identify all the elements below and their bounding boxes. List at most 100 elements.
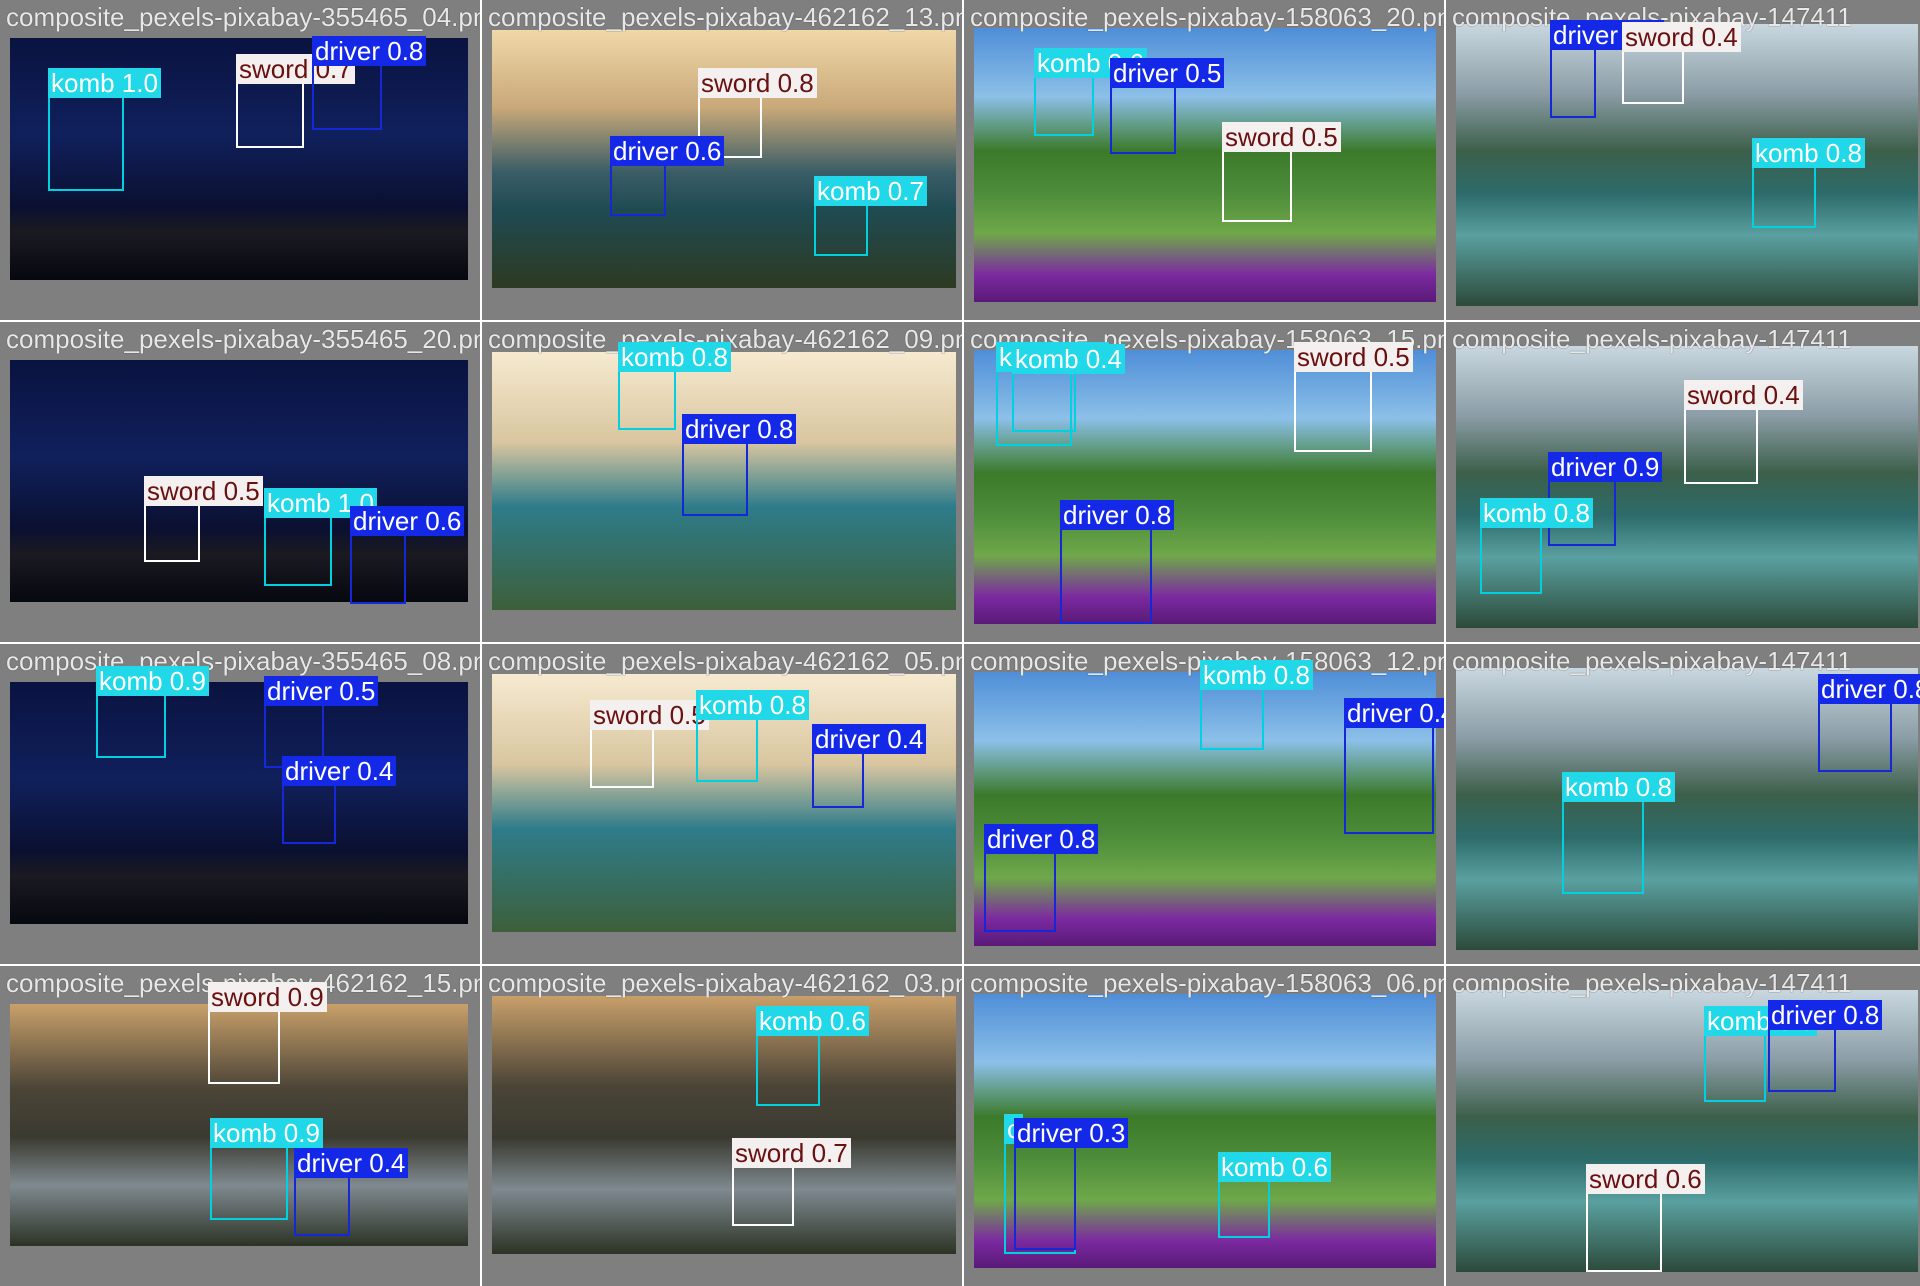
- detection-label: driver 0.8: [1060, 500, 1175, 530]
- image-tile: composite_pexels-pixabay-158063_15.png ko…: [964, 322, 1444, 642]
- detection-box-sword: sword 0.6: [1586, 1164, 1705, 1272]
- detection-label: komb 0.8: [1562, 772, 1675, 802]
- detection-label: sword 0.6: [1586, 1164, 1705, 1194]
- detection-box-komb: komb 0.9: [96, 666, 209, 758]
- detection-label: driver 0.4: [1344, 698, 1444, 728]
- detection-box-driver: driver 0.8: [312, 36, 427, 130]
- detection-box-komb: komb 1.0: [264, 488, 377, 586]
- detection-label: komb 0.8: [696, 690, 809, 720]
- detection-box-sword: sword 0.5: [144, 476, 263, 562]
- detection-label: komb 0.8: [618, 342, 731, 372]
- detection-box-driver: driver 0.6: [610, 136, 725, 216]
- detection-box-sword: sword 0.7: [732, 1138, 851, 1226]
- detection-box-sword: sword 0.5: [590, 700, 709, 788]
- image-tile: composite_pexels-pixabay-462162_03.pngko…: [482, 966, 962, 1286]
- detection-box-driver: driver 0.4: [812, 724, 927, 808]
- detection-label: driver 0.8: [1818, 674, 1920, 704]
- detection-box-driver: driver 0.8: [984, 824, 1099, 932]
- detection-label: driver 0.9: [1548, 452, 1663, 482]
- detection-label: driver 0.8: [984, 824, 1099, 854]
- detection-label: sword 0.5: [1222, 122, 1341, 152]
- detection-grid: composite_pexels-pixabay-355465_04.pngko…: [0, 0, 1920, 1286]
- detection-box-sword: sword 0.9: [208, 982, 327, 1084]
- image-tile: composite_pexels-pixabay-462162_15.pngsw…: [0, 966, 480, 1286]
- image-tile: composite_pexels-pixabay-355465_08.png ko…: [0, 644, 480, 964]
- detection-label: driver 0.8: [682, 414, 797, 444]
- detection-box-komb: komb 0.6: [756, 1006, 869, 1106]
- detection-label: komb 1.0: [48, 68, 161, 98]
- detection-box-sword: sword 0.4: [1684, 380, 1803, 484]
- detection-label: sword 0.8: [698, 68, 817, 98]
- scene-photo: [492, 996, 956, 1254]
- scene-photo: [1456, 990, 1918, 1272]
- detection-label: driver 0.4: [282, 756, 397, 786]
- detection-box-driver: driver 0.4: [294, 1148, 409, 1236]
- detection-box-driver: driver 0.5: [1110, 58, 1225, 154]
- image-filename: composite_pexels-pixabay-462162_03.png: [488, 968, 962, 998]
- detection-label: driver 0.8: [1768, 1000, 1883, 1030]
- detection-label: komb 0.4: [1012, 344, 1125, 374]
- detection-box-komb: komb 0.7: [814, 176, 927, 256]
- image-tile: composite_pexels-pixabay-462162_13.png sw…: [482, 0, 962, 320]
- detection-box-komb: komb 0.8: [1480, 498, 1593, 594]
- detection-label: sword 0.5: [144, 476, 263, 506]
- detection-box-driver: driver 1.0: [1550, 20, 1665, 118]
- image-tile: composite_pexels-pixabay-147411komb 0.9 d…: [1446, 966, 1920, 1286]
- detection-label: komb 0.8: [1200, 660, 1313, 690]
- image-filename: composite_pexels-pixabay-355465_08.png: [6, 646, 480, 676]
- detection-label: komb 0.8: [1480, 498, 1593, 528]
- detection-label: driver 0.8: [312, 36, 427, 66]
- detection-box-sword: sword 0.5: [1294, 342, 1413, 452]
- detection-label: driver 0.5: [1110, 58, 1225, 88]
- detection-label: komb 0.8: [1752, 138, 1865, 168]
- detection-label: sword 0.5: [1294, 342, 1413, 372]
- detection-box-driver: driver 0.3: [1014, 1118, 1129, 1250]
- detection-label: driver 0.4: [294, 1148, 409, 1178]
- detection-box-driver: driver 0.4: [1344, 698, 1444, 834]
- image-tile: composite_pexels-pixabay-158063_12.pngko…: [964, 644, 1444, 964]
- detection-box-driver: driver 0.8: [1818, 674, 1920, 772]
- detection-box-komb: komb 0.9: [1704, 1006, 1817, 1102]
- detection-box-komb: komb 0.8: [618, 342, 731, 430]
- image-tile: composite_pexels-pixabay-355465_20.pngsw…: [0, 322, 480, 642]
- detection-box-komb: komb 0.8: [1200, 660, 1313, 750]
- image-tile: composite_pexels-pixabay-147411 driver 0.…: [1446, 644, 1920, 964]
- detection-box-driver: driver 0.8: [1768, 1000, 1883, 1092]
- detection-label: driver 0.6: [610, 136, 725, 166]
- image-tile: composite_pexels-pixabay-147411 sword 0.4…: [1446, 322, 1920, 642]
- detection-box-sword: sword 0.7: [236, 54, 355, 148]
- image-filename: composite_pexels-pixabay-355465_04.png: [6, 2, 480, 32]
- detection-box-komb: komb 0.6: [1218, 1152, 1331, 1238]
- detection-label: komb 0.7: [814, 176, 927, 206]
- image-filename: composite_pexels-pixabay-147411: [1452, 968, 1852, 998]
- scene-photo: [10, 682, 468, 924]
- detection-label: driver 0.6: [350, 506, 465, 536]
- detection-box-komb: komb 0.8: [1752, 138, 1865, 228]
- detection-box-komb: komb 0.6: [1034, 48, 1147, 136]
- detection-label: driver 0.4: [812, 724, 927, 754]
- detection-label: komb 0.6: [1218, 1152, 1331, 1182]
- detection-box-sword: sword 0.5: [1222, 122, 1341, 222]
- image-tile: composite_pexels-pixabay-462162_09.png ko…: [482, 322, 962, 642]
- detection-label: sword 0.7: [732, 1138, 851, 1168]
- detection-box-driver: driver 0.6: [350, 506, 465, 604]
- image-filename: composite_pexels-pixabay-462162_05.png: [488, 646, 962, 676]
- detection-label: driver 0.5: [264, 676, 379, 706]
- image-tile: composite_pexels-pixabay-158063_20.pngko…: [964, 0, 1444, 320]
- detection-box-komb: komb 1.0: [48, 68, 161, 191]
- image-tile: composite_pexels-pixabay-147411 driver 1.…: [1446, 0, 1920, 320]
- detection-label: driver 0.3: [1014, 1118, 1129, 1148]
- image-filename: composite_pexels-pixabay-355465_20.png: [6, 324, 480, 354]
- image-filename: composite_pexels-pixabay-158063_20.png: [970, 2, 1444, 32]
- detection-box-driver: driver 0.4: [282, 756, 397, 844]
- detection-box-komb: komb 0.8: [696, 690, 809, 782]
- image-tile: composite_pexels-pixabay-462162_05.pngsw…: [482, 644, 962, 964]
- detection-box-driver: driver 0.8: [682, 414, 797, 516]
- detection-box-driver: driver 0.8: [1060, 500, 1175, 624]
- detection-label: sword 0.5: [590, 700, 709, 730]
- detection-label: komb 0.9: [210, 1118, 323, 1148]
- detection-box-komb: komb 0.4: [1012, 344, 1125, 432]
- detection-label: sword 0.4: [1622, 22, 1741, 52]
- detection-label: sword 0.4: [1684, 380, 1803, 410]
- image-tile: composite_pexels-pixabay-355465_04.pngko…: [0, 0, 480, 320]
